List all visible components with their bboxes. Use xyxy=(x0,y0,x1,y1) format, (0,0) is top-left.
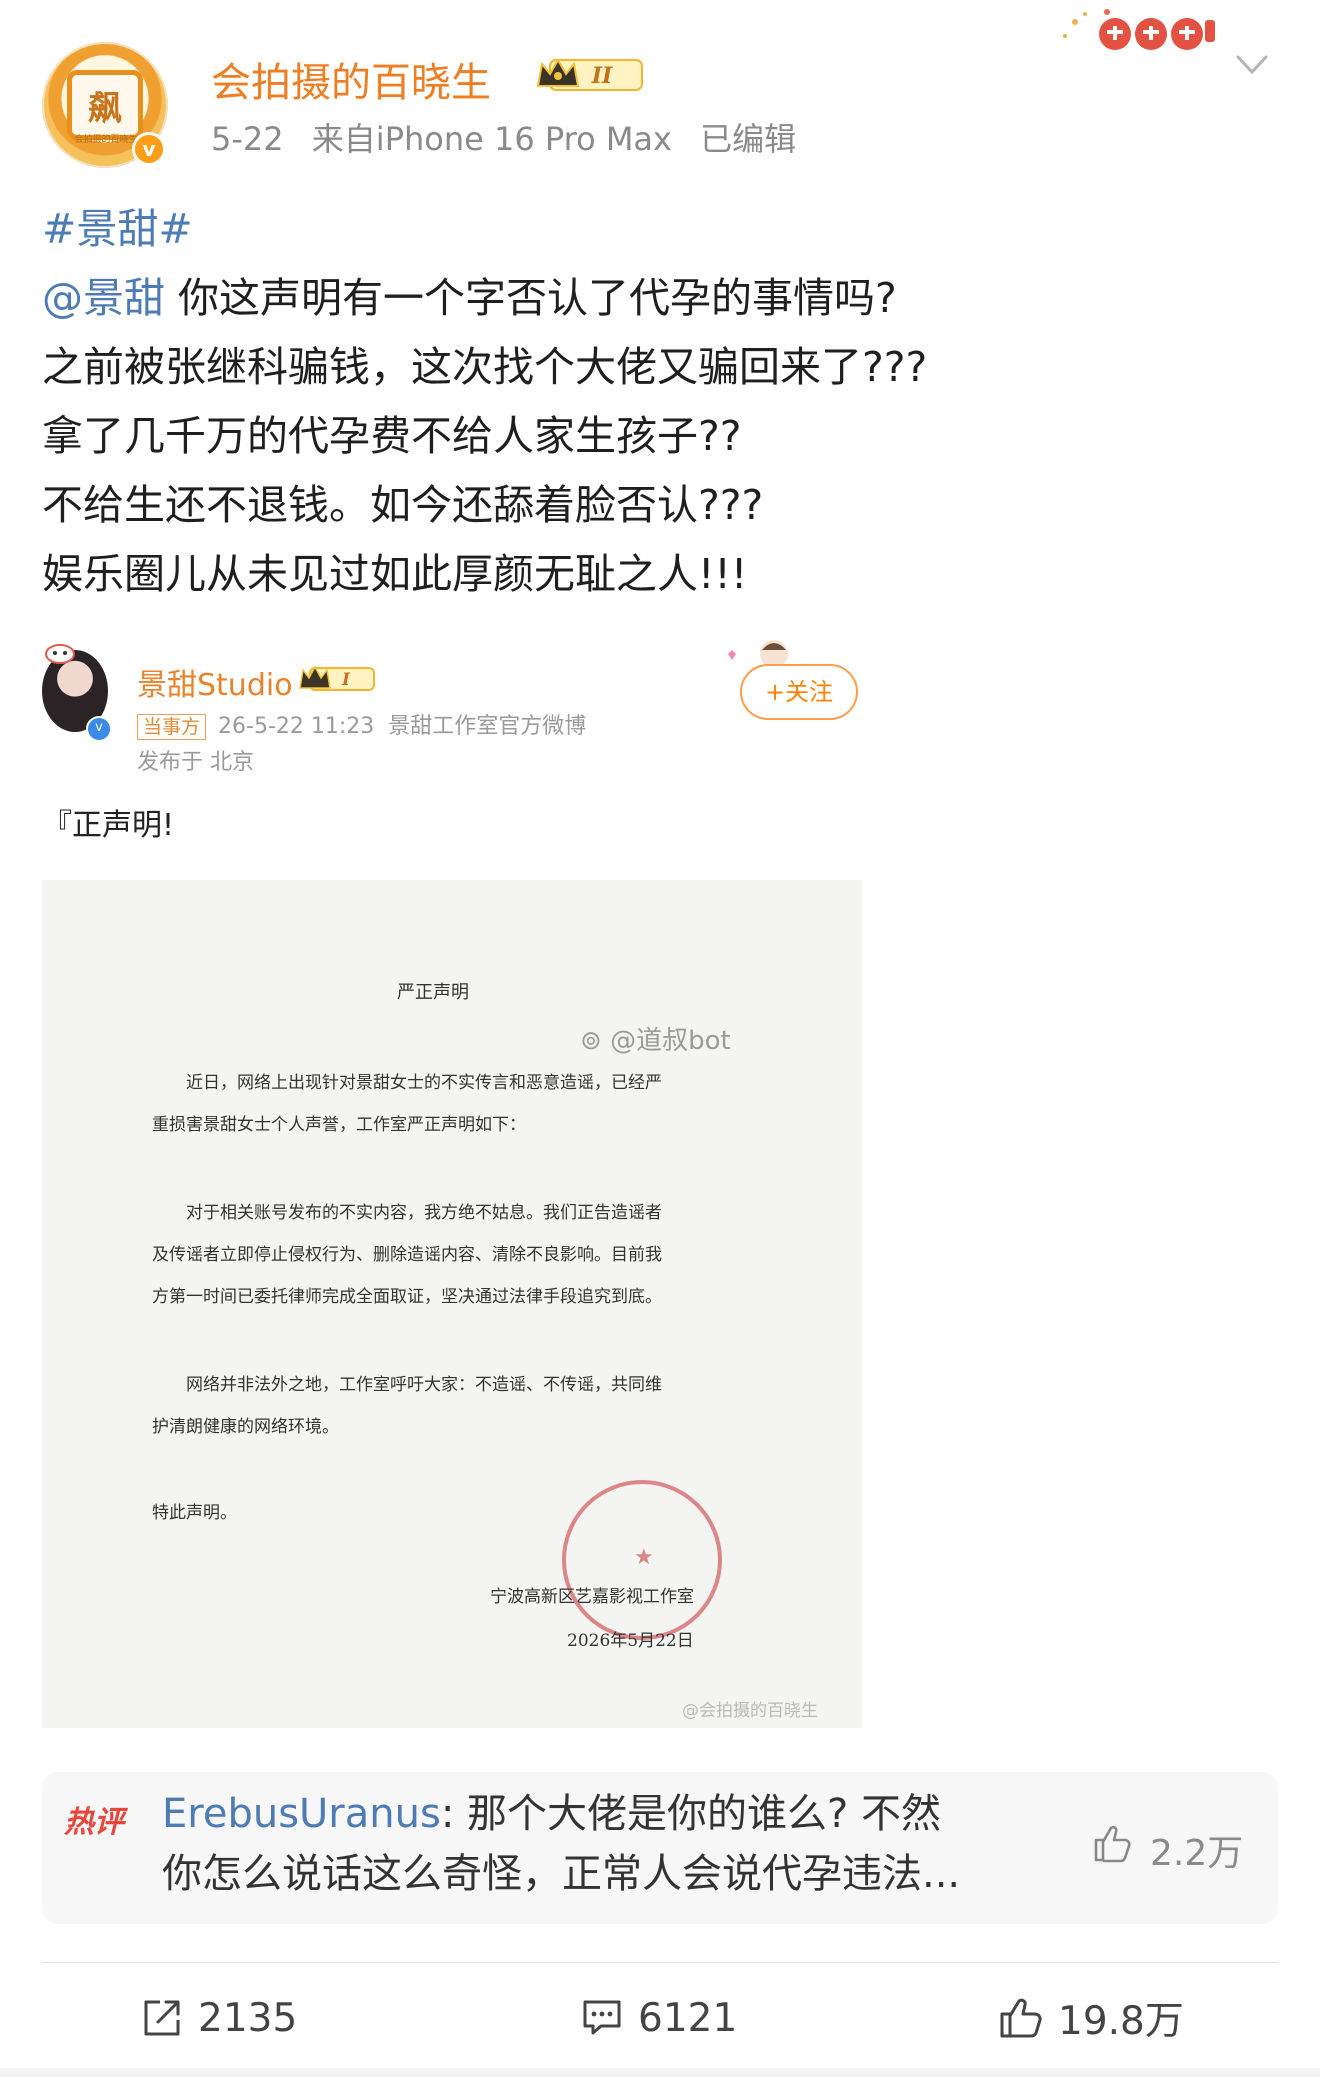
doc-para1-line2: 重损害景甜女士个人声誉，工作室严正声明如下： xyxy=(152,1115,526,1135)
share-button[interactable]: 2135 xyxy=(140,1988,297,2048)
hot-comment-tag: 热评 xyxy=(64,1805,124,1840)
doc-para2-line3: 方第一时间已委托律师完成全面取证，坚决通过法律手段追究到底。 xyxy=(152,1287,662,1307)
doc-watermark: ⊚ @道叔bot xyxy=(580,1026,731,1056)
doc-closing: 特此声明。 xyxy=(152,1503,237,1523)
crown-badge-icon[interactable]: II xyxy=(536,56,646,94)
follow-button[interactable]: +关注 xyxy=(740,664,858,720)
doc-sign-date: 2026年5月22日 xyxy=(567,1631,694,1651)
doc-para1-line1: 近日，网络上出现针对景甜女士的不实传言和恶意造谣，已经严 xyxy=(186,1073,662,1093)
like-icon xyxy=(1000,1998,1042,2038)
comment-icon xyxy=(583,2000,621,2035)
svg-text:II: II xyxy=(591,63,613,89)
comment-count: 6121 xyxy=(638,1995,738,2041)
action-divider xyxy=(42,1962,1278,1963)
share-count: 2135 xyxy=(198,1995,298,2041)
quoted-name: 景甜Studio xyxy=(137,668,293,703)
quoted-meta: 当事方 26-5-22 11:23 景甜工作室官方微博 xyxy=(137,708,586,740)
svg-text:I: I xyxy=(341,670,351,690)
doc-para2-line2: 及传谣者立即停止侵权行为、删除造谣内容、清除不良影响。目前我 xyxy=(152,1245,662,1265)
hot-comment-user[interactable]: ErebusUranus xyxy=(162,1791,441,1837)
verified-icon: v xyxy=(132,132,166,166)
doc-bottom-watermark: @会拍摄的百晓生 xyxy=(682,1701,818,1721)
share-icon xyxy=(144,2000,180,2036)
like-button[interactable]: 19.8万 xyxy=(998,1988,1184,2048)
hot-comment-text[interactable]: ErebusUranus: 那个大佬是你的谁么? 不然 你怎么说话这么奇怪，正常… xyxy=(162,1784,1062,1904)
post-source: 来自iPhone 16 Pro Max xyxy=(311,120,672,158)
statement-document-image[interactable]: 严正声明 ⊚ @道叔bot 近日，网络上出现针对景甜女士的不实传言和恶意造谣，已… xyxy=(42,880,862,1728)
bottom-strip xyxy=(0,2068,1320,2077)
post-line-1: 你这声明有一个字否认了代孕的事情吗? xyxy=(178,274,897,322)
quoted-crown-badge-icon: I xyxy=(299,665,375,691)
hot-comment-line-1: : 那个大佬是你的谁么? 不然 xyxy=(440,1791,941,1837)
doc-para3-line1: 网络并非法外之地，工作室呼吁大家：不造谣、不传谣，共同维 xyxy=(186,1375,662,1395)
festive-decoration-icon xyxy=(1063,9,1215,50)
post-date: 5-22 xyxy=(211,120,284,158)
doc-title: 严正声明 xyxy=(397,982,469,1003)
post-line-4: 不给生还不退钱。如今还舔着脸否认??? xyxy=(42,481,764,529)
comment-button[interactable]: 6121 xyxy=(580,1988,737,2048)
chevron-down-icon[interactable] xyxy=(1235,52,1269,78)
seal-star-icon: ★ xyxy=(634,1545,654,1570)
post-line-2: 之前被张继科骗钱，这次找个大佬又骗回来了??? xyxy=(42,343,928,391)
quoted-tag: 当事方 xyxy=(137,714,207,740)
doc-para3-line2: 护清朗健康的网络环境。 xyxy=(152,1417,339,1437)
post-meta: 5-22 来自iPhone 16 Pro Max 已编辑 xyxy=(211,114,814,160)
avatar-emblem: 飙 xyxy=(67,70,143,140)
quoted-datetime: 26-5-22 11:23 xyxy=(218,714,375,739)
quoted-verified-icon: v xyxy=(86,716,112,742)
mascot-icon xyxy=(45,644,75,664)
doc-signer: 宁波高新区艺嘉影视工作室 xyxy=(490,1587,694,1607)
hot-comment-like-icon[interactable] xyxy=(1092,1822,1134,1864)
quoted-location: 发布于 北京 xyxy=(137,750,254,775)
doc-para2-line1: 对于相关账号发布的不实内容，我方绝不姑息。我们正告造谣者 xyxy=(186,1203,662,1223)
quoted-desc: 景甜工作室官方微博 xyxy=(388,714,587,739)
hot-comment-line-2: 你怎么说话这么奇怪，正常人会说代孕违法... xyxy=(162,1851,961,1897)
post-body: #景甜# @景甜 你这声明有一个字否认了代孕的事情吗? 之前被张继科骗钱，这次找… xyxy=(42,195,1282,609)
mention-link[interactable]: @景甜 xyxy=(42,274,165,322)
quoted-statement: 『正声明! xyxy=(42,808,175,843)
post-line-5: 娱乐圈儿从未见过如此厚颜无耻之人!!! xyxy=(42,550,748,598)
post-edited[interactable]: 已编辑 xyxy=(700,120,796,158)
hot-comment-like-count: 2.2万 xyxy=(1150,1833,1244,1874)
hashtag-link[interactable]: #景甜# xyxy=(42,205,193,253)
like-count: 19.8万 xyxy=(1058,1999,1184,2044)
author-name[interactable]: 会拍摄的百晓生 xyxy=(211,50,491,108)
post-line-3: 拿了几千万的代孕费不给人家生孩子?? xyxy=(42,412,742,460)
